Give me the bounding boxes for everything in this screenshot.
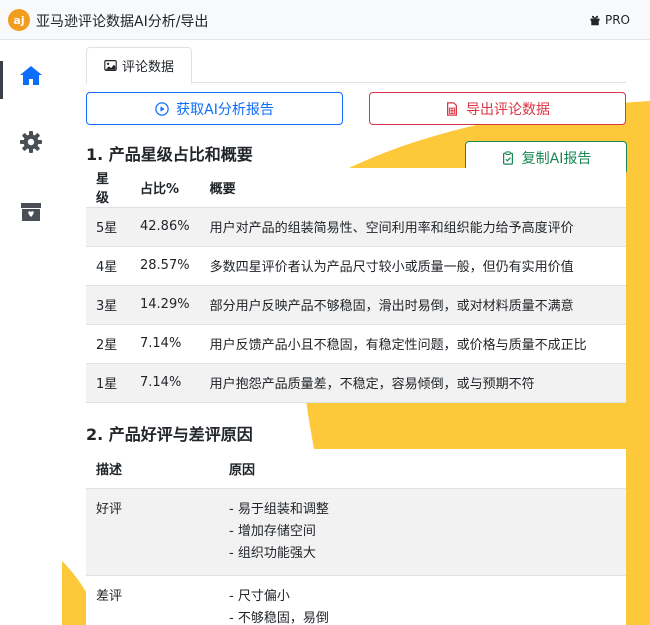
file-spreadsheet-icon (447, 101, 457, 116)
reason-cell: - 尺寸偏小 - 不够稳固，易倒 (219, 575, 626, 625)
percent-cell: 42.86% (130, 207, 200, 247)
table-row: 好评 - 易于组装和调整 - 增加存储空间 - 组织功能强大 (86, 488, 626, 576)
image-icon (104, 60, 117, 71)
table-row: 1星 7.14% 用户抱怨产品质量差，不稳定，容易倾倒，或与预期不符 (86, 363, 626, 403)
section-star-summary-title: 1. 产品星级占比和概要 (86, 145, 253, 164)
export-reviews-button[interactable]: 导出评论数据 (369, 92, 626, 125)
gift-icon (590, 15, 600, 26)
pro-badge[interactable]: PRO (589, 13, 630, 27)
reason-item: - 组织功能强大 (229, 545, 316, 561)
reason-item: - 不够稳固，易倒 (229, 610, 329, 625)
sidebar-item-home[interactable] (16, 61, 46, 91)
tab-label: 评论数据 (121, 60, 174, 75)
app-header: aj 亚马逊评论数据AI分析/导出 PRO (0, 0, 650, 40)
star-cell: 5星 (86, 207, 130, 247)
table-header-row: 描述 原因 (86, 449, 626, 489)
copy-ai-report-label: 复制AI报告 (521, 150, 592, 167)
sidebar-item-settings[interactable] (16, 127, 46, 157)
app-logo: aj (8, 9, 30, 31)
percent-cell: 14.29% (130, 285, 200, 325)
export-reviews-label: 导出评论数据 (466, 101, 550, 118)
column-header-reason: 原因 (219, 449, 626, 489)
get-ai-report-button[interactable]: 获取AI分析报告 (86, 92, 343, 125)
table-row: 5星 42.86% 用户对产品的组装简易性、空间利用率和组织能力给予高度评价 (86, 207, 626, 247)
reason-item: - 易于组装和调整 (229, 501, 329, 517)
summary-cell: 多数四星评价者认为产品尺寸较小或质量一般，但仍有实用价值 (199, 246, 626, 286)
column-header-percent: 占比% (130, 168, 200, 208)
summary-cell: 用户抱怨产品质量差，不稳定，容易倾倒，或与预期不符 (199, 363, 626, 403)
summary-cell: 用户对产品的组装简易性、空间利用率和组织能力给予高度评价 (199, 207, 626, 247)
summary-cell: 部分用户反映产品不够稳固，滑出时易倒，或对材料质量不满意 (199, 285, 626, 325)
star-cell: 3星 (86, 285, 130, 325)
percent-cell: 7.14% (130, 363, 200, 403)
tab-bar: 评论数据 (86, 47, 626, 84)
percent-cell: 7.14% (130, 324, 200, 364)
desc-cell: 差评 (86, 575, 219, 625)
main-content: 评论数据 获取AI分析报告 导出评论数据 1. 产品星级占比和概要 复制AI报告… (62, 41, 650, 625)
column-header-star: 星级 (86, 168, 130, 208)
reason-cell: - 易于组装和调整 - 增加存储空间 - 组织功能强大 (219, 488, 626, 576)
summary-cell: 用户反馈产品小且不稳固，有稳定性问题，或价格与质量不成正比 (199, 324, 626, 364)
star-cell: 2星 (86, 324, 130, 364)
table-header-row: 星级 占比% 概要 (86, 168, 626, 208)
star-cell: 1星 (86, 363, 130, 403)
table-row: 3星 14.29% 部分用户反映产品不够稳固，滑出时易倒，或对材料质量不满意 (86, 285, 626, 325)
table-row: 差评 - 尺寸偏小 - 不够稳固，易倒 (86, 575, 626, 625)
table-row: 4星 28.57% 多数四星评价者认为产品尺寸较小或质量一般，但仍有实用价值 (86, 246, 626, 286)
star-cell: 4星 (86, 246, 130, 286)
table-row: 2星 7.14% 用户反馈产品小且不稳固，有稳定性问题，或价格与质量不成正比 (86, 324, 626, 364)
pro-label: PRO (604, 13, 630, 27)
reason-item: - 增加存储空间 (229, 523, 316, 539)
clipboard-check-icon (502, 150, 513, 165)
sidebar-active-indicator (0, 61, 3, 99)
tab-review-data[interactable]: 评论数据 (86, 47, 192, 84)
star-summary-table: 星级 占比% 概要 5星 42.86% 用户对产品的组装简易性、空间利用率和组织… (86, 168, 626, 403)
column-header-desc: 描述 (86, 449, 219, 489)
gear-icon (20, 131, 42, 153)
play-circle-icon (155, 101, 169, 116)
reasons-table: 描述 原因 好评 - 易于组装和调整 - 增加存储空间 - 组织功能强大 差评 … (86, 449, 626, 625)
section-reasons-title: 2. 产品好评与差评原因 (86, 425, 253, 444)
get-ai-report-label: 获取AI分析报告 (176, 101, 274, 118)
column-header-summary: 概要 (199, 168, 626, 208)
reason-item: - 尺寸偏小 (229, 588, 290, 604)
desc-cell: 好评 (86, 488, 219, 576)
sidebar-item-store[interactable] (16, 196, 46, 226)
app-title: 亚马逊评论数据AI分析/导出 (36, 14, 209, 30)
home-icon (20, 66, 42, 85)
percent-cell: 28.57% (130, 246, 200, 286)
sidebar (0, 41, 62, 625)
box-icon (21, 203, 41, 221)
